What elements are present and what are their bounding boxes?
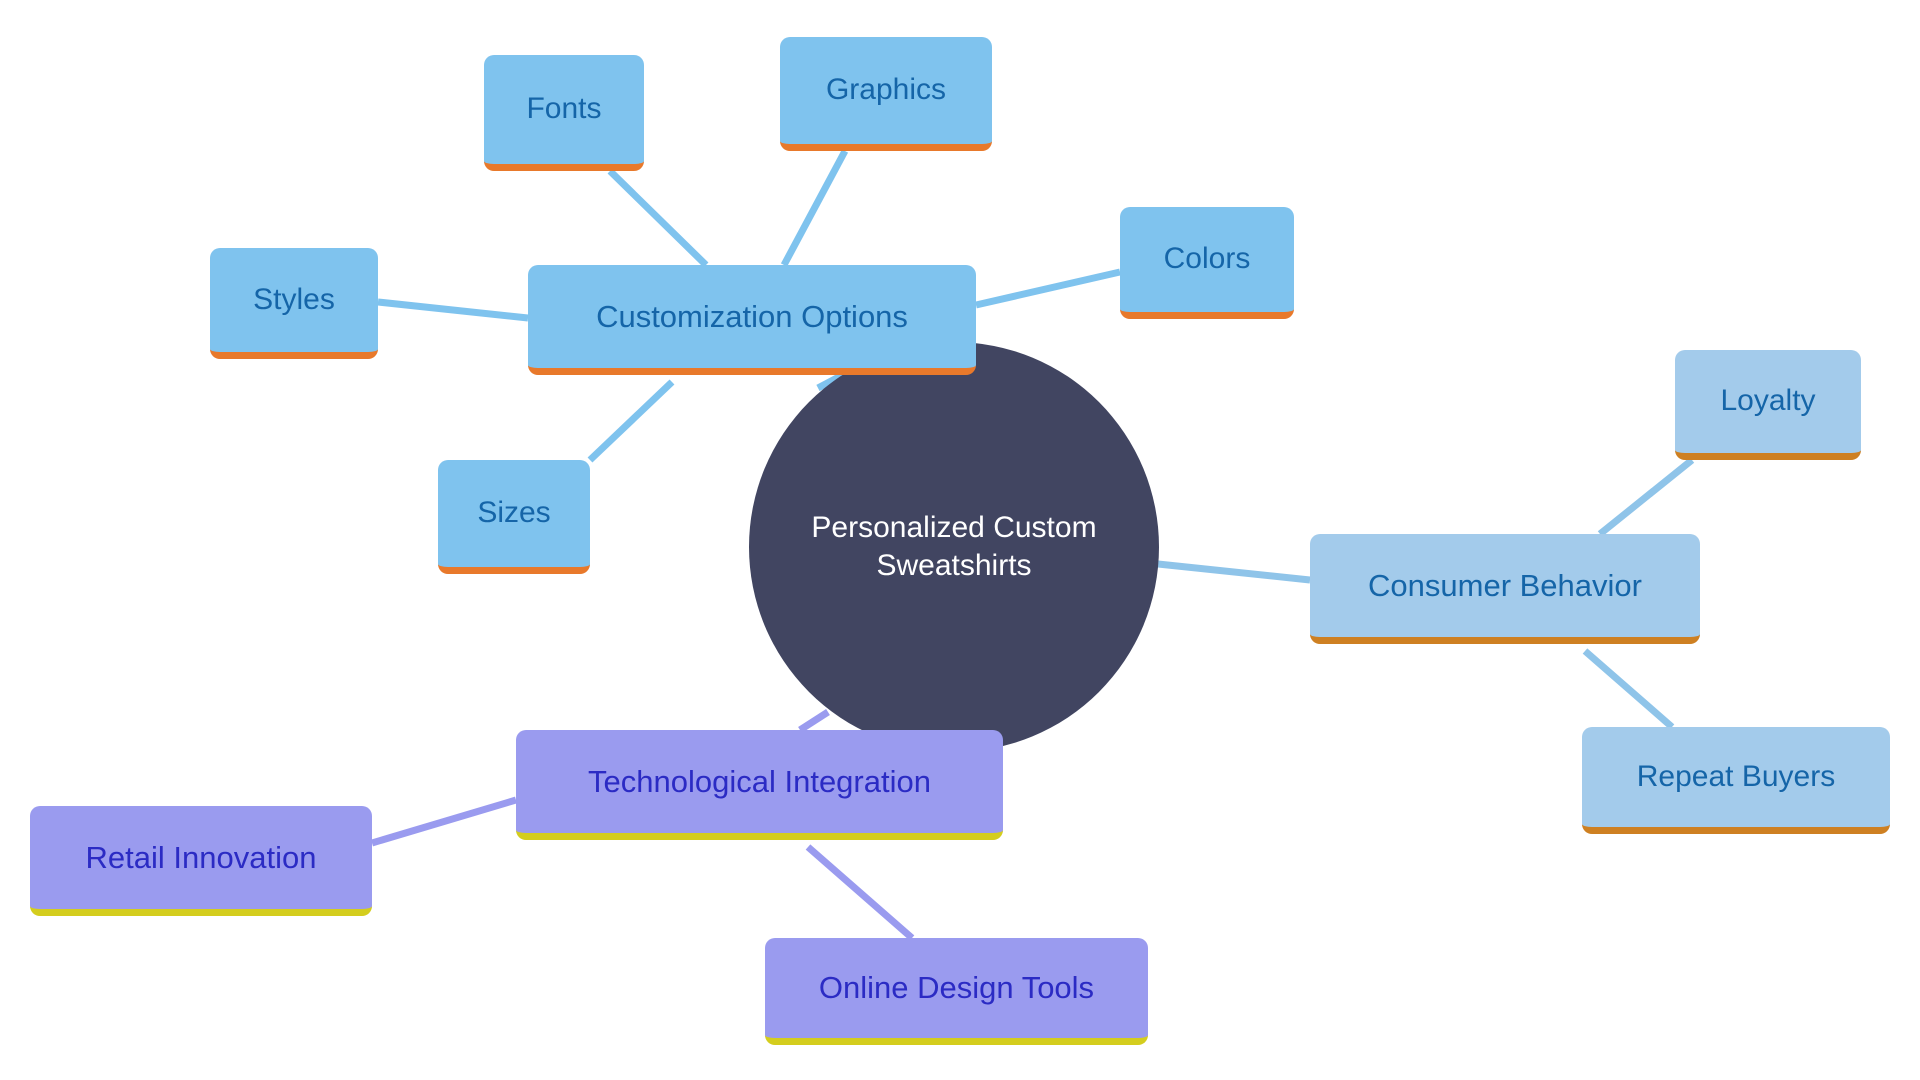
node-graphics-label: Graphics xyxy=(825,73,947,107)
node-sizes[interactable]: Sizes xyxy=(438,460,590,574)
edge-consumer-repeat xyxy=(1582,648,1675,730)
node-colors-label: Colors xyxy=(1163,242,1251,276)
node-design-tools-label: Online Design Tools xyxy=(818,970,1095,1006)
edge-customization-graphics xyxy=(780,149,849,267)
root-node-label: Personalized Custom Sweatshirts xyxy=(749,509,1159,586)
node-graphics[interactable]: Graphics xyxy=(780,37,992,151)
node-fonts[interactable]: Fonts xyxy=(484,55,644,171)
root-node-personalized-custom-sweatshirts[interactable]: Personalized Custom Sweatshirts xyxy=(749,342,1159,752)
node-styles[interactable]: Styles xyxy=(210,248,378,359)
edge-customization-colors xyxy=(975,268,1121,309)
node-retail[interactable]: Retail Innovation xyxy=(30,806,372,916)
node-tech[interactable]: Technological Integration xyxy=(516,730,1003,840)
node-retail-label: Retail Innovation xyxy=(85,839,317,875)
node-loyalty-label: Loyalty xyxy=(1720,384,1816,418)
node-design-tools[interactable]: Online Design Tools xyxy=(765,938,1148,1045)
edge-customization-styles xyxy=(377,298,529,322)
node-repeat-buyers[interactable]: Repeat Buyers xyxy=(1582,727,1890,834)
node-fonts-label: Fonts xyxy=(526,92,602,126)
edge-root-consumer xyxy=(1157,560,1311,584)
root-node-label-line1: Personalized Custom xyxy=(811,510,1097,544)
node-tech-label: Technological Integration xyxy=(588,763,931,799)
edge-root-tech xyxy=(798,709,830,733)
root-node-label-line2: Sweatshirts xyxy=(876,549,1032,582)
edge-customization-fonts xyxy=(607,168,709,268)
edge-tech-design-tools xyxy=(805,844,915,941)
node-loyalty[interactable]: Loyalty xyxy=(1675,350,1861,460)
node-customization[interactable]: Customization Options xyxy=(528,265,976,375)
node-sizes-label: Sizes xyxy=(477,496,551,530)
node-colors[interactable]: Colors xyxy=(1120,207,1294,319)
node-consumer-label: Consumer Behavior xyxy=(1368,567,1642,603)
edge-customization-sizes xyxy=(587,379,675,463)
node-styles-label: Styles xyxy=(253,282,335,316)
edge-consumer-loyalty xyxy=(1597,457,1695,537)
mindmap-canvas: Personalized Custom Sweatshirts Fonts Grap… xyxy=(0,0,1920,1080)
node-repeat-buyers-label: Repeat Buyers xyxy=(1636,759,1836,793)
node-customization-label: Customization Options xyxy=(596,298,908,334)
node-consumer[interactable]: Consumer Behavior xyxy=(1310,534,1700,644)
edge-tech-retail xyxy=(370,796,518,847)
